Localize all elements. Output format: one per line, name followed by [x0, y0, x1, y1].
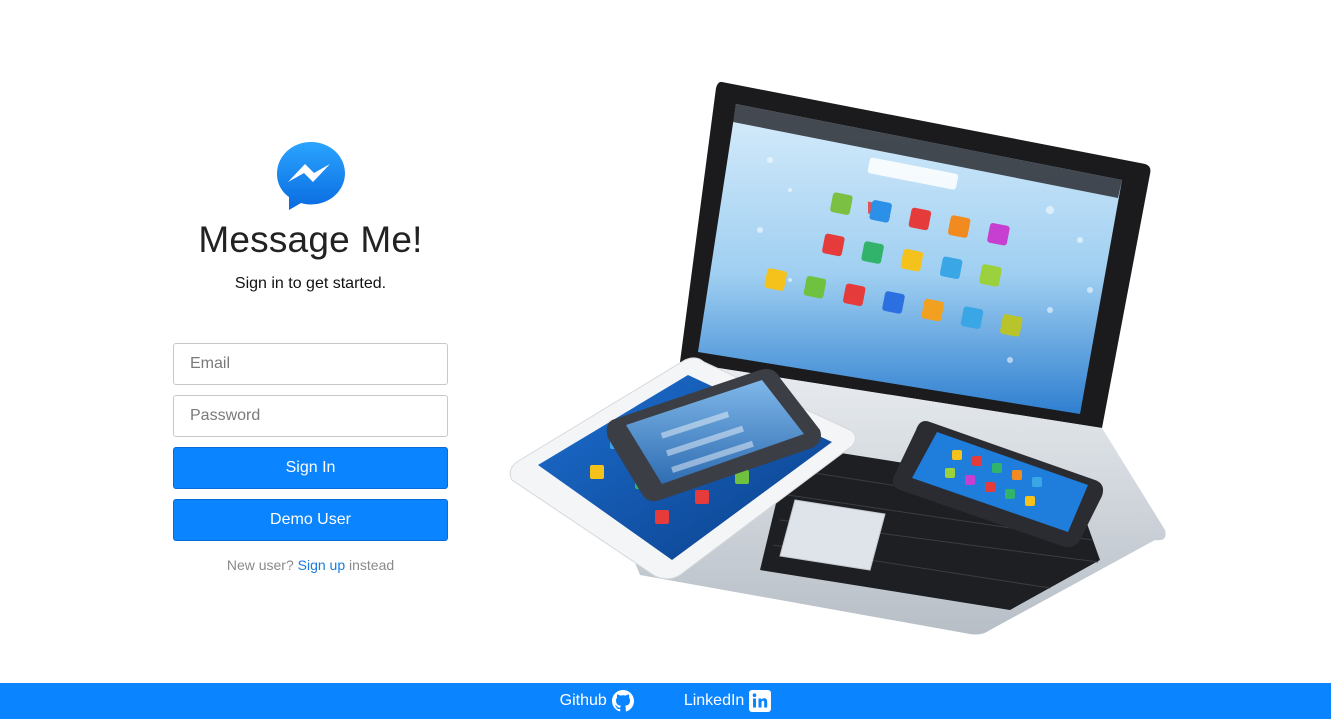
login-page: Message Me! Sign in to get started. Sign…	[0, 0, 1331, 719]
demo-user-button[interactable]: Demo User	[173, 499, 448, 541]
linkedin-icon	[749, 690, 772, 712]
signup-suffix: instead	[345, 557, 395, 573]
messenger-logo-icon	[276, 142, 345, 210]
sign-up-link[interactable]: Sign up	[298, 557, 345, 573]
linkedin-link[interactable]: LinkedIn	[684, 690, 772, 712]
devices-illustration	[509, 81, 1166, 635]
password-field[interactable]	[173, 395, 448, 437]
page-title: Message Me!	[198, 219, 423, 260]
github-icon	[611, 690, 634, 712]
signup-prefix: New user?	[226, 557, 298, 573]
page-subtitle: Sign in to get started.	[234, 275, 387, 292]
email-field[interactable]	[173, 343, 448, 385]
github-link[interactable]: Github	[560, 690, 634, 712]
login-panel: Message Me! Sign in to get started. Sign…	[173, 140, 448, 573]
sign-in-button[interactable]: Sign In	[173, 447, 448, 489]
signin-form: Sign In Demo User	[173, 343, 448, 541]
linkedin-link-label: LinkedIn	[683, 692, 745, 709]
github-link-label: Github	[559, 692, 607, 709]
signup-prompt: New user? Sign up instead	[173, 557, 448, 573]
footer-bar: Github LinkedIn	[0, 683, 1331, 719]
